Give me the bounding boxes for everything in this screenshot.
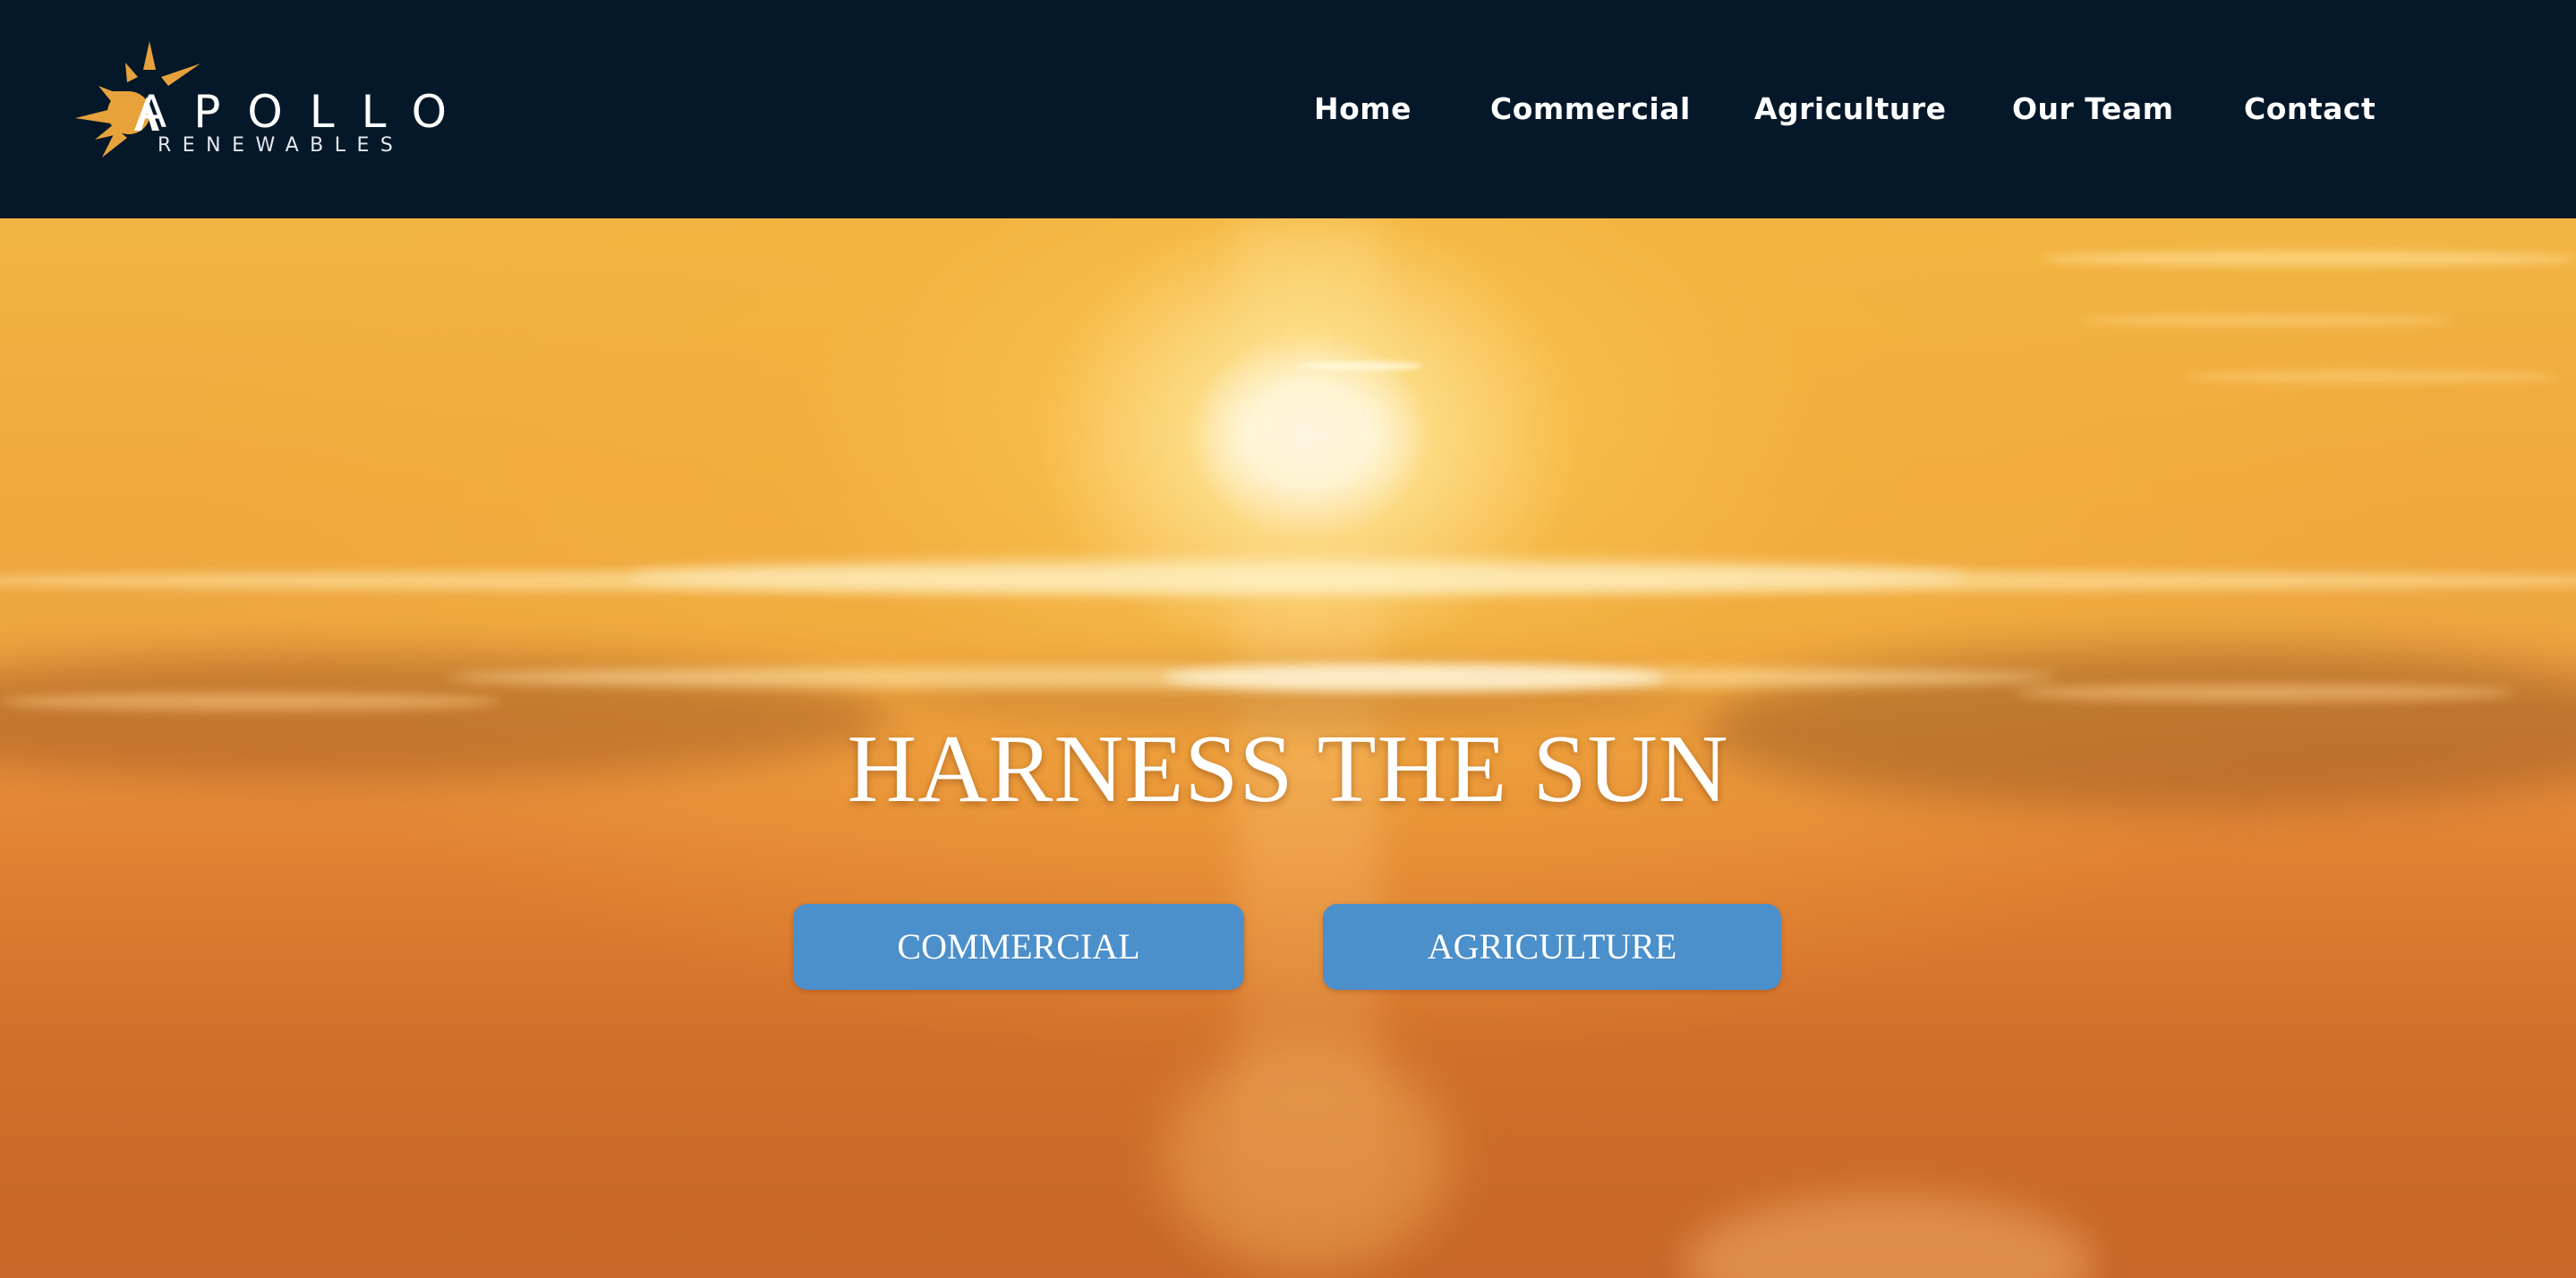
cloud [0, 693, 501, 711]
cloud [2184, 371, 2560, 383]
site-header: APOLLO RENEWABLES Home Commercial Agricu… [0, 0, 2576, 218]
nav-contact[interactable]: Contact [2244, 89, 2376, 129]
cloud [1683, 1194, 2094, 1278]
logo-subtitle: RENEWABLES [158, 134, 405, 157]
cloud [2014, 684, 2515, 702]
cloud [2077, 315, 2452, 326]
cloud [2041, 251, 2576, 267]
hero-title: HARNESS THE SUN [847, 716, 1729, 822]
logo-wordmark: APOLLO [136, 86, 473, 138]
cloud [627, 558, 1969, 594]
nav-commercial[interactable]: Commercial [1490, 89, 1691, 129]
cloud [1164, 664, 1665, 691]
commercial-button[interactable]: COMMERCIAL [793, 904, 1244, 990]
brand-logo[interactable]: APOLLO RENEWABLES [75, 41, 447, 174]
page: APOLLO RENEWABLES Home Commercial Agricu… [0, 0, 2576, 1278]
main-nav: Home Commercial Agriculture Our Team Con… [1233, 0, 2576, 218]
hero-section: HARNESS THE SUN COMMERCIAL AGRICULTURE [0, 218, 2576, 1278]
nav-agriculture[interactable]: Agriculture [1754, 89, 1947, 129]
nav-our-team[interactable]: Our Team [2012, 89, 2173, 129]
nav-home[interactable]: Home [1314, 89, 1412, 129]
agriculture-button[interactable]: AGRICULTURE [1323, 904, 1781, 990]
cloud [1298, 362, 1423, 371]
cloud [1164, 1042, 1450, 1274]
